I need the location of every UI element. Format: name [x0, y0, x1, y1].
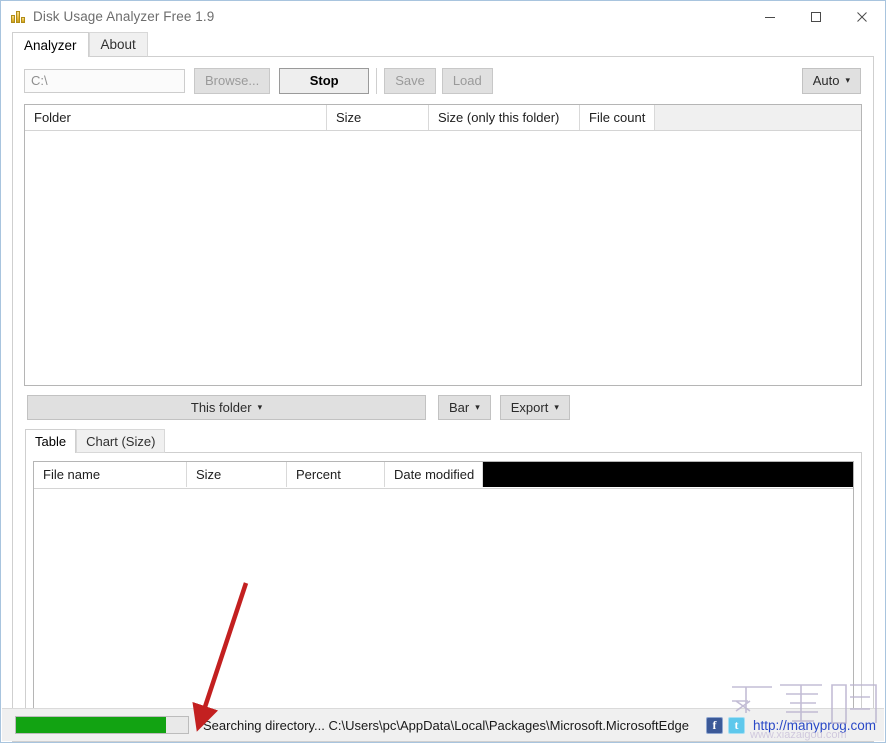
- column-header-percent[interactable]: Percent: [287, 462, 385, 487]
- column-header-file-count[interactable]: File count: [580, 105, 655, 130]
- file-grid-rows[interactable]: [34, 489, 853, 720]
- bar-chart-app-icon: [10, 9, 26, 25]
- folder-grid: Folder Size Size (only this folder) File…: [24, 104, 862, 386]
- main-tab-strip: Analyzer About: [1, 32, 885, 57]
- scope-dropdown-label: This folder: [191, 400, 252, 415]
- load-button-label: Load: [453, 73, 482, 88]
- tab-about-label: About: [101, 37, 136, 52]
- chevron-down-icon: ▾: [845, 76, 850, 85]
- save-button[interactable]: Save: [384, 68, 436, 94]
- tab-analyzer-label: Analyzer: [24, 38, 77, 53]
- analyzer-toolbar: Browse... Stop Save Load Auto ▾: [13, 57, 873, 104]
- export-dropdown-button[interactable]: Export ▾: [500, 395, 570, 420]
- tab-chart-size-label: Chart (Size): [86, 434, 155, 449]
- window-controls: [747, 1, 885, 32]
- scope-dropdown-button[interactable]: This folder ▾: [27, 395, 426, 420]
- column-header-filler: [655, 105, 861, 130]
- close-icon[interactable]: [839, 1, 885, 32]
- chart-type-dropdown-label: Bar: [449, 400, 469, 415]
- status-message: Searching directory... C:\Users\pc\AppDa…: [203, 718, 689, 733]
- facebook-glyph: f: [712, 718, 716, 733]
- social-links: f t http://manyprog.com: [706, 717, 876, 734]
- column-header-size-only-this-folder[interactable]: Size (only this folder): [429, 105, 580, 130]
- application-window: Disk Usage Analyzer Free 1.9 Analyzer Ab…: [0, 0, 886, 743]
- column-header-folder[interactable]: Folder: [25, 105, 327, 130]
- export-dropdown-label: Export: [511, 400, 549, 415]
- tab-analyzer[interactable]: Analyzer: [12, 32, 89, 57]
- analyzer-tab-page: Browse... Stop Save Load Auto ▾ Folder: [12, 56, 874, 742]
- file-grid-header: File name Size Percent Date modified: [34, 462, 853, 489]
- result-tab-strip: Table Chart (Size): [13, 429, 873, 453]
- column-header-size[interactable]: Size: [327, 105, 429, 130]
- browse-button-label: Browse...: [205, 73, 259, 88]
- column-header-date-modified[interactable]: Date modified: [385, 462, 483, 487]
- chart-control-bar: This folder ▾ Bar ▾ Export ▾: [13, 386, 873, 429]
- status-bar: Searching directory... C:\Users\pc\AppDa…: [2, 708, 884, 741]
- maximize-icon[interactable]: [793, 1, 839, 32]
- auto-dropdown-button[interactable]: Auto ▾: [802, 68, 861, 94]
- file-grid: File name Size Percent Date modified: [33, 461, 854, 721]
- toolbar-divider: [376, 68, 377, 94]
- scan-progress-fill: [16, 717, 166, 733]
- save-button-label: Save: [395, 73, 425, 88]
- minimize-icon[interactable]: [747, 1, 793, 32]
- auto-dropdown-label: Auto: [813, 73, 840, 88]
- chevron-down-icon: ▾: [554, 403, 559, 412]
- window-title: Disk Usage Analyzer Free 1.9: [33, 9, 214, 24]
- chart-type-dropdown-button[interactable]: Bar ▾: [438, 395, 491, 420]
- path-input[interactable]: [24, 69, 185, 93]
- tab-about[interactable]: About: [89, 32, 148, 57]
- column-header-file-size[interactable]: Size: [187, 462, 287, 487]
- tab-table-label: Table: [35, 434, 66, 449]
- website-link[interactable]: http://manyprog.com: [753, 718, 876, 733]
- chevron-down-icon: ▾: [475, 403, 480, 412]
- title-bar: Disk Usage Analyzer Free 1.9: [1, 1, 885, 32]
- chevron-down-icon: ▾: [258, 403, 263, 412]
- column-header-redacted-bar: [483, 462, 853, 487]
- folder-grid-rows[interactable]: [25, 131, 861, 385]
- tab-chart-size[interactable]: Chart (Size): [76, 429, 165, 453]
- stop-button[interactable]: Stop: [279, 68, 369, 94]
- table-tab-page: File name Size Percent Date modified: [25, 452, 862, 730]
- stop-button-label: Stop: [310, 73, 339, 88]
- twitter-glyph: t: [734, 718, 738, 733]
- twitter-icon[interactable]: t: [728, 717, 745, 734]
- browse-button[interactable]: Browse...: [194, 68, 270, 94]
- facebook-icon[interactable]: f: [706, 717, 723, 734]
- tab-table[interactable]: Table: [25, 429, 76, 453]
- column-header-file-name[interactable]: File name: [34, 462, 187, 487]
- folder-grid-header: Folder Size Size (only this folder) File…: [25, 105, 861, 131]
- scan-progress-bar: [15, 716, 189, 734]
- load-button[interactable]: Load: [442, 68, 493, 94]
